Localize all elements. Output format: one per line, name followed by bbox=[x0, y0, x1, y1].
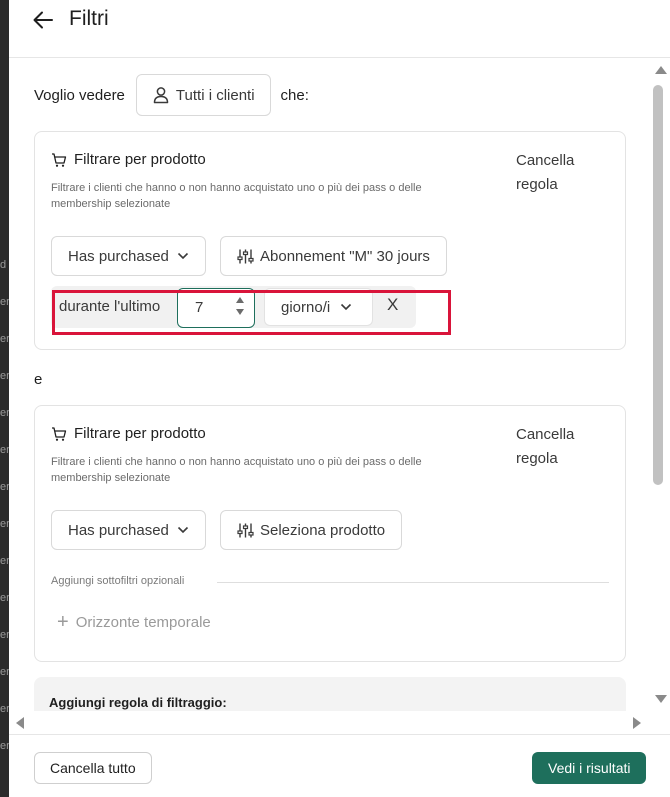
stepper-down-icon[interactable] bbox=[235, 308, 245, 316]
condition-select[interactable]: Has purchased bbox=[51, 236, 206, 276]
sliders-icon bbox=[237, 248, 254, 265]
chevron-down-icon bbox=[177, 526, 189, 534]
see-results-button[interactable]: Vedi i risultati bbox=[532, 752, 647, 784]
background-window-strip: d er er er er er er er er er er er er er bbox=[0, 0, 9, 797]
audience-suffix: che: bbox=[280, 86, 309, 104]
condition-value: Has purchased bbox=[68, 521, 169, 539]
add-rule-label: Aggiungi regola di filtraggio: bbox=[49, 695, 227, 710]
number-stepper[interactable] bbox=[235, 296, 245, 316]
background-text-fragment: er bbox=[0, 555, 9, 567]
plus-icon: + bbox=[57, 611, 69, 633]
rule-title: Filtrare per prodotto bbox=[51, 425, 206, 442]
rule-title-text: Filtrare per prodotto bbox=[74, 151, 206, 168]
cancel-rule-button[interactable]: Cancella regola bbox=[516, 423, 596, 471]
chevron-down-icon bbox=[177, 252, 189, 260]
panel-header: Filtri bbox=[9, 0, 670, 58]
background-text-fragment: d bbox=[0, 259, 7, 271]
background-text-fragment: er bbox=[0, 629, 9, 641]
remove-subfilter-button[interactable]: X bbox=[387, 295, 398, 315]
filters-panel: Filtri Voglio vedere Tutti i clienti che… bbox=[9, 0, 670, 797]
vertical-scrollbar[interactable] bbox=[650, 59, 670, 711]
condition-select[interactable]: Has purchased bbox=[51, 510, 206, 550]
background-text-fragment: er bbox=[0, 703, 9, 715]
time-horizon-label: Orizzonte temporale bbox=[75, 614, 211, 631]
background-text-fragment: er bbox=[0, 666, 9, 678]
back-button[interactable] bbox=[31, 8, 55, 32]
arrow-left-icon bbox=[33, 11, 53, 29]
rule-description: Filtrare i clienti che hanno o non hanno… bbox=[51, 182, 422, 210]
person-icon bbox=[153, 87, 169, 104]
background-text-fragment: er bbox=[0, 444, 9, 456]
filter-rule-card: Filtrare per prodotto Filtrare i clienti… bbox=[34, 405, 626, 662]
audience-sentence: Voglio vedere Tutti i clienti che: bbox=[34, 74, 309, 116]
product-value: Abonnement "M" 30 jours bbox=[260, 247, 430, 265]
background-text-fragment: er bbox=[0, 296, 9, 308]
background-text-fragment: er bbox=[0, 333, 9, 345]
period-unit-value: giorno/i bbox=[281, 298, 331, 316]
scrollbar-thumb[interactable] bbox=[653, 85, 663, 485]
add-time-horizon-button[interactable]: + Orizzonte temporale bbox=[57, 611, 211, 634]
add-rule-section: Aggiungi regola di filtraggio: bbox=[34, 677, 626, 711]
scroll-left-icon[interactable] bbox=[15, 716, 25, 730]
all-clients-label: Tutti i clienti bbox=[175, 86, 255, 104]
cancel-rule-button[interactable]: Cancella regola bbox=[516, 149, 596, 197]
rule-connector: e bbox=[34, 371, 43, 388]
background-text-fragment: er bbox=[0, 518, 9, 530]
divider bbox=[217, 582, 609, 583]
cart-icon bbox=[52, 426, 67, 441]
background-text-fragment: er bbox=[0, 740, 9, 752]
cancel-all-button[interactable]: Cancella tutto bbox=[34, 752, 152, 784]
audience-prefix: Voglio vedere bbox=[34, 86, 125, 104]
scroll-up-icon[interactable] bbox=[654, 65, 668, 75]
filter-rule-card: Filtrare per prodotto Filtrare i clienti… bbox=[34, 131, 626, 350]
background-text-fragment: er bbox=[0, 407, 9, 419]
background-text-fragment: er bbox=[0, 370, 9, 382]
rule-title-text: Filtrare per prodotto bbox=[74, 425, 206, 442]
product-select-button[interactable]: Abonnement "M" 30 jours bbox=[220, 236, 447, 276]
during-label: durante l'ultimo bbox=[59, 298, 161, 315]
product-value: Seleziona prodotto bbox=[260, 521, 386, 539]
scroll-down-icon[interactable] bbox=[654, 694, 668, 704]
rule-description: Filtrare i clienti che hanno o non hanno… bbox=[51, 456, 422, 484]
background-text-fragment: er bbox=[0, 481, 9, 493]
scroll-right-icon[interactable] bbox=[632, 716, 642, 730]
panel-footer: Cancella tutto Vedi i risultati bbox=[9, 734, 670, 797]
optional-subfilters-label: Aggiungi sottofiltri opzionali bbox=[51, 575, 185, 587]
rule-title: Filtrare per prodotto bbox=[51, 151, 206, 168]
filters-scroll-area: Voglio vedere Tutti i clienti che: Filtr… bbox=[9, 59, 650, 711]
sliders-icon bbox=[237, 522, 254, 539]
horizontal-scrollbar[interactable] bbox=[9, 711, 650, 733]
product-select-button[interactable]: Seleziona prodotto bbox=[220, 510, 403, 550]
period-number-input[interactable]: 7 bbox=[177, 288, 255, 328]
stepper-up-icon[interactable] bbox=[235, 296, 245, 304]
chevron-down-icon bbox=[340, 303, 352, 311]
condition-value: Has purchased bbox=[68, 247, 169, 265]
page-title: Filtri bbox=[69, 7, 109, 30]
period-unit-select[interactable]: giorno/i bbox=[264, 288, 373, 326]
time-subfilter-row: durante l'ultimo 7 giorno/i X bbox=[51, 286, 416, 328]
period-number-value: 7 bbox=[195, 299, 204, 316]
background-text-fragment: er bbox=[0, 592, 9, 604]
cart-icon bbox=[52, 152, 67, 167]
all-clients-button[interactable]: Tutti i clienti bbox=[135, 74, 271, 116]
